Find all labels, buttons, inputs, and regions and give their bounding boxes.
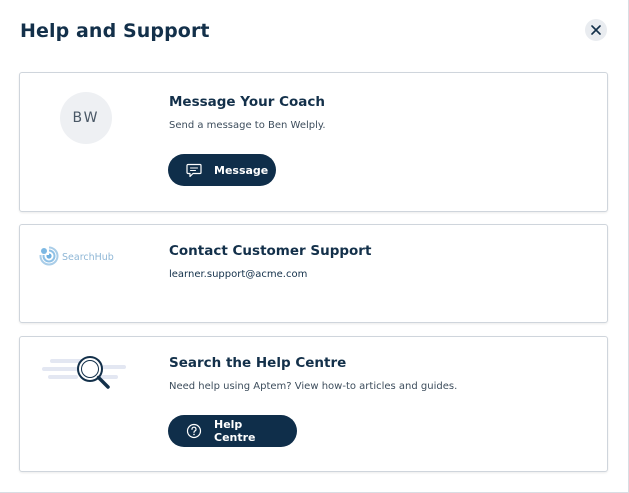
searchhub-logo-text: SearchHub [62, 251, 114, 263]
message-coach-title: Message Your Coach [169, 94, 325, 110]
message-coach-card: BW Message Your Coach Send a message to … [19, 72, 608, 212]
contact-support-card: SearchHub Contact Customer Support learn… [19, 224, 608, 323]
magnifying-glass-illustration-icon [42, 356, 126, 389]
searchhub-logo-icon [39, 244, 59, 266]
chat-bubble-icon [186, 162, 202, 178]
searchhub-logo: SearchHub [39, 244, 114, 266]
contact-support-title: Contact Customer Support [169, 243, 372, 259]
help-support-modal: Help and Support BW Message Your Coach S… [0, 0, 629, 493]
help-centre-description: Need help using Aptem? View how-to artic… [169, 381, 458, 392]
question-circle-icon [186, 423, 202, 439]
help-centre-title: Search the Help Centre [169, 355, 347, 371]
coach-avatar: BW [60, 92, 112, 144]
support-email[interactable]: learner.support@acme.com [169, 269, 307, 280]
message-button-label: Message [214, 163, 269, 177]
help-centre-card: Search the Help Centre Need help using A… [19, 336, 608, 472]
help-centre-button[interactable]: Help Centre [168, 415, 297, 447]
close-icon [591, 25, 601, 35]
modal-title: Help and Support [20, 20, 210, 42]
close-button[interactable] [585, 19, 607, 41]
help-centre-button-label: Help Centre [214, 418, 256, 444]
message-coach-description: Send a message to Ben Welply. [169, 120, 326, 131]
message-button[interactable]: Message [168, 154, 276, 186]
